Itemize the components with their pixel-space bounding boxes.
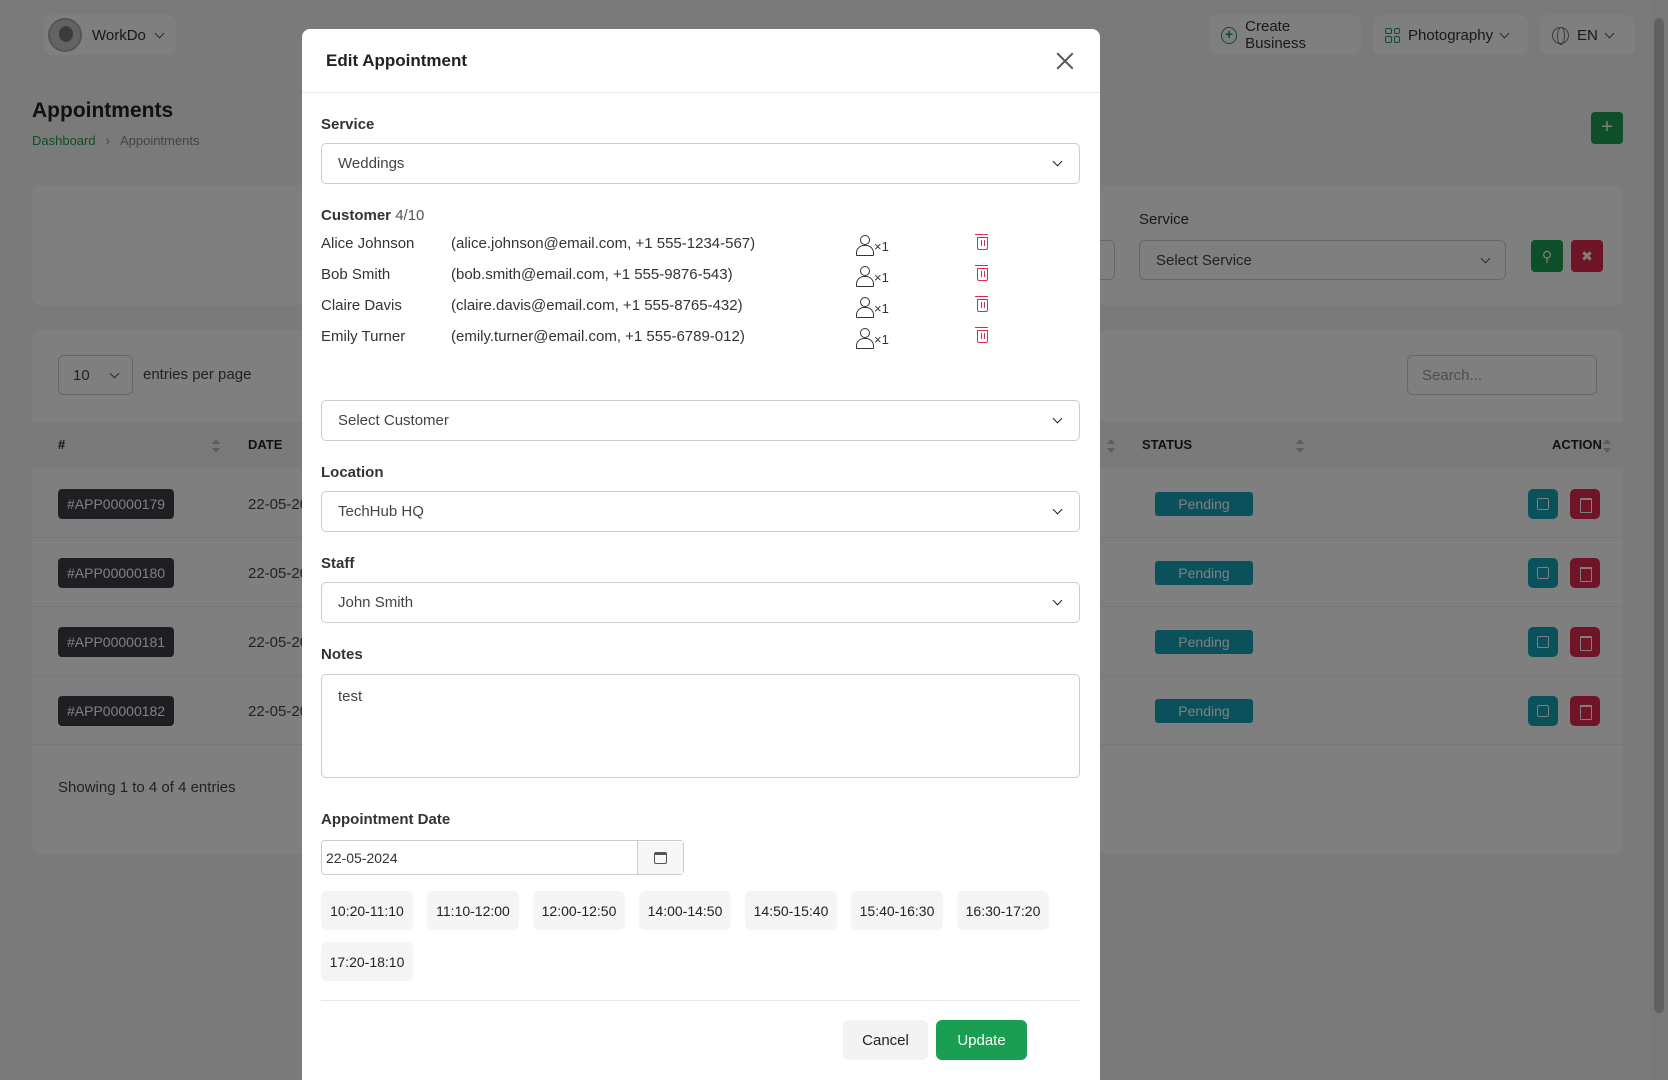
chevron-down-icon [1052,156,1063,167]
customer-quantity: ×1 [856,235,889,256]
trash-icon[interactable] [975,265,988,281]
location-select[interactable]: TechHub HQ [321,491,1080,532]
service-value: Weddings [338,155,405,172]
modal-header: Edit Appointment [302,29,1100,93]
time-slot[interactable]: 14:00-14:50 [639,891,731,930]
customer-quantity: ×1 [856,328,889,349]
time-slot[interactable]: 12:00-12:50 [533,891,625,930]
staff-value: John Smith [338,594,414,611]
appointment-date-label: Appointment Date [321,811,451,828]
customer-contact: (emily.turner@email.com, +1 555-6789-012… [451,328,745,345]
service-select[interactable]: Weddings [321,143,1080,184]
customer-row: Alice Johnson (alice.johnson@email.com, … [321,234,1021,259]
service-label: Service [321,116,375,133]
chevron-down-icon [1052,413,1063,424]
cancel-button[interactable]: Cancel [843,1020,928,1060]
staff-select[interactable]: John Smith [321,582,1080,623]
modal-title: Edit Appointment [326,50,468,70]
time-slot[interactable]: 15:40-16:30 [851,891,943,930]
trash-icon[interactable] [975,296,988,312]
location-label: Location [321,464,384,481]
time-slot[interactable]: 17:20-18:10 [321,942,413,981]
close-icon[interactable] [1054,50,1076,72]
time-slot[interactable]: 14:50-15:40 [745,891,837,930]
person-icon [856,235,874,256]
customer-label: Customer 4/10 [321,207,424,224]
notes-label: Notes [321,646,363,663]
customer-name: Emily Turner [321,328,406,345]
customer-quantity-value: ×1 [874,301,889,316]
customer-name: Bob Smith [321,266,391,283]
update-button[interactable]: Update [936,1020,1027,1060]
customer-quantity-value: ×1 [874,270,889,285]
customer-select[interactable]: Select Customer [321,400,1080,441]
modal-footer-divider [321,1000,1080,1001]
customer-row: Claire Davis (claire.davis@email.com, +1… [321,296,1021,321]
customer-name: Alice Johnson [321,235,415,252]
edit-appointment-modal: Edit Appointment Service Weddings Custom… [302,29,1100,1080]
customer-row: Emily Turner (emily.turner@email.com, +1… [321,327,1021,352]
trash-icon[interactable] [975,234,988,250]
notes-textarea[interactable]: test [321,674,1080,778]
calendar-icon [654,851,667,864]
person-icon [856,266,874,287]
person-icon [856,328,874,349]
customer-quantity-value: ×1 [874,239,889,254]
trash-icon[interactable] [975,327,988,343]
time-slot[interactable]: 10:20-11:10 [321,891,413,930]
location-value: TechHub HQ [338,503,424,520]
customer-contact: (bob.smith@email.com, +1 555-9876-543) [451,266,733,283]
person-icon [856,297,874,318]
chevron-down-icon [1052,595,1063,606]
customer-select-placeholder: Select Customer [338,412,449,429]
customer-quantity-value: ×1 [874,332,889,347]
staff-label: Staff [321,555,355,572]
appointment-date-input[interactable]: 22-05-2024 [322,841,638,874]
customer-row: Bob Smith (bob.smith@email.com, +1 555-9… [321,265,1021,290]
time-slot[interactable]: 11:10-12:00 [427,891,519,930]
customer-contact: (alice.johnson@email.com, +1 555-1234-56… [451,235,756,252]
customer-count: 4/10 [395,207,425,224]
customer-name: Claire Davis [321,297,402,314]
customer-quantity: ×1 [856,266,889,287]
customer-quantity: ×1 [856,297,889,318]
customer-contact: (claire.davis@email.com, +1 555-8765-432… [451,297,743,314]
calendar-button[interactable] [638,841,683,874]
appointment-date-picker: 22-05-2024 [321,840,684,875]
chevron-down-icon [1052,504,1063,515]
time-slot[interactable]: 16:30-17:20 [957,891,1049,930]
customer-label-text: Customer [321,207,392,224]
